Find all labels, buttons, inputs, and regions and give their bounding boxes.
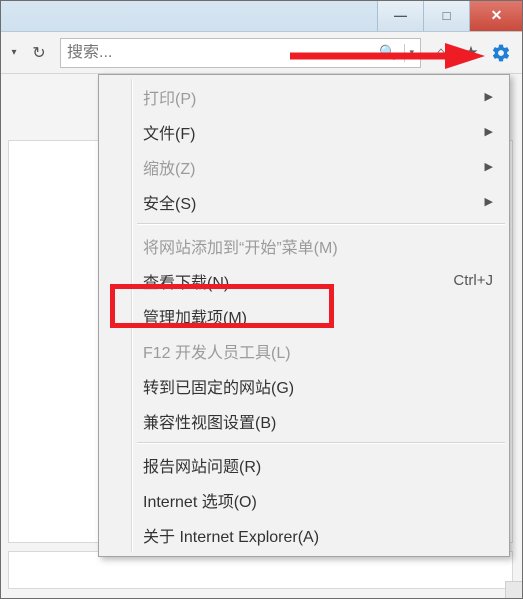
menu-item: F12 开发人员工具(L) [101, 333, 507, 368]
menu-item[interactable]: 文件(F) ▶ [101, 114, 507, 149]
search-provider-dropdown[interactable]: ▾ [409, 47, 414, 58]
scroll-corner [505, 581, 523, 599]
menu-item-label: 管理加载项(M) [143, 304, 247, 328]
submenu-arrow-icon: ▶ [485, 125, 493, 138]
search-box[interactable]: 🔍 ▾ [60, 38, 421, 68]
minimize-button[interactable]: — [377, 0, 423, 31]
menu-item-label: 文件(F) [143, 120, 195, 144]
gear-icon [491, 43, 511, 63]
menu-item-label: 将网站添加到“开始”菜单(M) [143, 234, 338, 258]
menu-item-label: 兼容性视图设置(B) [143, 409, 276, 433]
menu-item[interactable]: 管理加载项(M) [101, 298, 507, 333]
chevron-down-icon: ▾ [11, 47, 16, 58]
toolbar-right: ⌂ ★ [425, 41, 517, 65]
home-icon: ⌂ [436, 43, 446, 63]
submenu-arrow-icon: ▶ [485, 195, 493, 208]
menu-shortcut: Ctrl+J [453, 272, 493, 289]
menu-item-label: 转到已固定的网站(G) [143, 374, 294, 398]
search-separator [404, 44, 405, 62]
maximize-icon: □ [443, 8, 451, 23]
menu-item-label: 缩放(Z) [143, 155, 195, 179]
close-icon: ✕ [491, 7, 503, 24]
address-dropdown[interactable]: ▾ [6, 40, 22, 66]
menu-item[interactable]: 查看下载(N) Ctrl+J [101, 263, 507, 298]
menu-item: 缩放(Z) ▶ [101, 149, 507, 184]
search-icon[interactable]: 🔍 [375, 44, 400, 61]
menu-item: 将网站添加到“开始”菜单(M) [101, 228, 507, 263]
menu-item-label: 安全(S) [143, 190, 196, 214]
minimize-icon: — [394, 8, 407, 23]
maximize-button[interactable]: □ [423, 0, 469, 31]
search-input[interactable] [67, 44, 375, 62]
menu-item-label: 打印(P) [143, 85, 196, 109]
menu-item: 打印(P) ▶ [101, 79, 507, 114]
star-icon: ★ [463, 43, 478, 63]
tools-button[interactable] [489, 41, 513, 65]
toolbar-left: ▾ ↻ [0, 40, 56, 66]
menu-item-label: 关于 Internet Explorer(A) [143, 523, 319, 547]
menu-item[interactable]: 转到已固定的网站(G) [101, 368, 507, 403]
home-button[interactable]: ⌂ [429, 41, 453, 65]
tools-menu: 打印(P) ▶ 文件(F) ▶ 缩放(Z) ▶ 安全(S) ▶ 将网站添加到“开始”菜单(M) 查… [98, 74, 510, 557]
refresh-icon: ↻ [32, 43, 45, 63]
menu-item-label: 查看下载(N) [143, 269, 229, 293]
menu-item-label: 报告网站问题(R) [143, 453, 261, 477]
menu-separator [137, 223, 505, 224]
menu-separator [137, 442, 505, 443]
close-button[interactable]: ✕ [469, 0, 523, 31]
menu-item[interactable]: Internet 选项(O) [101, 482, 507, 517]
refresh-button[interactable]: ↻ [28, 42, 50, 64]
menu-item-label: F12 开发人员工具(L) [143, 339, 291, 363]
browser-toolbar: ▾ ↻ 🔍 ▾ ⌂ ★ [0, 32, 523, 74]
submenu-arrow-icon: ▶ [485, 160, 493, 173]
submenu-arrow-icon: ▶ [485, 90, 493, 103]
menu-item[interactable]: 兼容性视图设置(B) [101, 403, 507, 438]
favorites-button[interactable]: ★ [459, 41, 483, 65]
menu-item[interactable]: 关于 Internet Explorer(A) [101, 517, 507, 552]
menu-item[interactable]: 报告网站问题(R) [101, 447, 507, 482]
menu-item-label: Internet 选项(O) [143, 488, 257, 512]
menu-item[interactable]: 安全(S) ▶ [101, 184, 507, 219]
window-titlebar: — □ ✕ [0, 0, 523, 32]
